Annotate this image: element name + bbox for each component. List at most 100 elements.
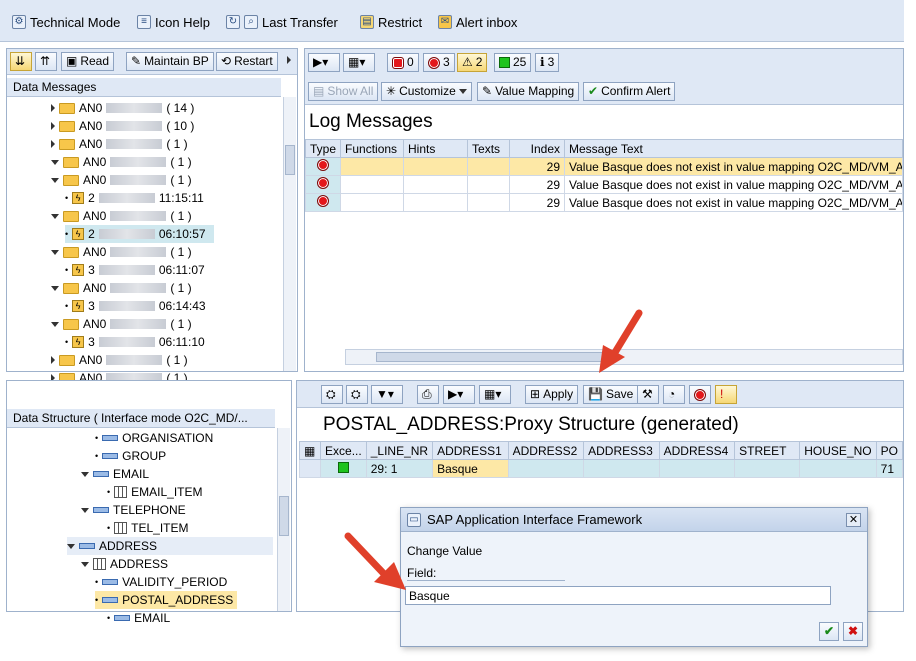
log-row[interactable]: 29 Value Basque does not exist in value … (304, 175, 903, 194)
tree-item[interactable]: AN0( 1 ) (51, 207, 192, 225)
hscroll-thumb[interactable] (376, 352, 616, 362)
find-next-button[interactable]: ⛭ (346, 385, 368, 404)
alert-inbox-button[interactable]: ✉ Alert inbox (438, 13, 517, 31)
warning-filter-button[interactable]: ⚠ 2 (457, 53, 488, 72)
structure-node[interactable]: • POSTAL_ADDRESS (95, 591, 238, 609)
log-row[interactable]: 29 Value Basque does not exist in value … (304, 193, 903, 212)
restart-button[interactable]: ⟲ Restart (216, 52, 278, 71)
collapse-arrow-icon[interactable] (67, 543, 75, 549)
structure-node[interactable]: • VALIDITY_PERIOD (95, 573, 227, 591)
field-value-input[interactable] (405, 586, 831, 605)
structure-node[interactable]: • GROUP (95, 447, 166, 465)
more-arrow-icon[interactable] (287, 56, 291, 64)
layout-button[interactable]: ▦▾ (343, 53, 375, 72)
tree-item[interactable]: AN0( 1 ) (51, 315, 192, 333)
collapse-arrow-icon[interactable] (51, 213, 59, 219)
find-button[interactable]: ⛭ (321, 385, 343, 404)
tree-item[interactable]: • ϟ 3 06:14:43 (65, 297, 206, 315)
tree-item[interactable]: • ϟ 3 06:11:07 (65, 261, 205, 279)
close-icon[interactable]: ✕ (846, 513, 861, 527)
success-filter-button[interactable]: 25 (494, 53, 532, 72)
icon-help-button[interactable]: ≡ Icon Help (137, 13, 210, 31)
address1-cell[interactable]: Basque (432, 459, 509, 478)
error-filter-button[interactable]: 3 (423, 53, 455, 72)
customize-button[interactable]: ✳ Customize (381, 82, 472, 101)
collapse-arrow-icon[interactable] (51, 285, 59, 291)
detail-button[interactable]: ▶▾ (308, 53, 340, 72)
collapse-arrow-icon[interactable] (81, 471, 89, 477)
expand-arrow-icon[interactable] (51, 356, 55, 364)
collapse-arrow-icon[interactable] (51, 249, 59, 255)
col-address1[interactable]: ADDRESS1 (432, 441, 509, 460)
col-po[interactable]: PO (875, 441, 904, 460)
tree-item[interactable]: AN0( 1 ) (51, 171, 192, 189)
structure-node[interactable]: ADDRESS (67, 537, 273, 555)
col-hints[interactable]: Hints (403, 139, 469, 158)
technical-mode-button[interactable]: ⚙ Technical Mode (12, 13, 120, 31)
tree-item[interactable]: • ϟ 2 11:15:11 (65, 189, 204, 207)
last-transfer-button[interactable]: ↻ ⌕ Last Transfer (226, 13, 338, 31)
save-button[interactable]: 💾 Save (583, 385, 639, 404)
structure-node[interactable]: TELEPHONE (81, 501, 186, 519)
col-address3[interactable]: ADDRESS3 (583, 441, 660, 460)
expand-all-button[interactable]: ⇊ (10, 52, 32, 71)
structure-node[interactable]: • EMAIL_ITEM (107, 483, 203, 501)
structure-node[interactable]: EMAIL (81, 465, 149, 483)
apply-button[interactable]: ⊞ Apply (525, 385, 579, 404)
export-button[interactable]: ▶▾ (443, 385, 475, 404)
tree-item[interactable]: AN0( 10 ) (51, 117, 194, 135)
collapse-arrow-icon[interactable] (81, 561, 89, 567)
structure-node[interactable]: • TEL_ITEM (107, 519, 189, 537)
tree-item[interactable]: AN0( 14 ) (51, 99, 194, 117)
col-address4[interactable]: ADDRESS4 (658, 441, 736, 460)
stop-button[interactable] (689, 385, 711, 404)
col-texts[interactable]: Texts (467, 139, 511, 158)
data-messages-scrollbar[interactable] (283, 97, 296, 371)
col-street[interactable]: STREET (734, 441, 801, 460)
chart-button[interactable]: ◔ (663, 385, 685, 404)
tools-button[interactable]: ⚒ (637, 385, 659, 404)
collapse-arrow-icon[interactable] (51, 321, 59, 327)
col-index[interactable]: Index (509, 139, 566, 158)
collapse-arrow-icon[interactable] (81, 507, 89, 513)
col-house-no[interactable]: HOUSE_NO (799, 441, 877, 460)
stop-filter-button[interactable]: 0 (387, 53, 419, 72)
scroll-thumb[interactable] (285, 145, 295, 175)
read-button[interactable]: ▣ Read (61, 52, 115, 71)
collapse-all-button[interactable]: ⇈ (35, 52, 57, 71)
value-mapping-button[interactable]: ✎ Value Mapping (477, 82, 580, 101)
table-row[interactable]: 29: 1 Basque 71 (298, 459, 904, 478)
tree-item[interactable]: AN0( 1 ) (51, 153, 192, 171)
structure-scrollbar[interactable] (277, 428, 290, 611)
tree-item[interactable]: • ϟ 3 06:11:10 (65, 333, 205, 351)
tree-item[interactable]: AN0( 1 ) (51, 351, 188, 369)
structure-node[interactable]: • ORGANISATION (95, 429, 213, 447)
collapse-arrow-icon[interactable] (51, 159, 59, 165)
log-row[interactable]: 29 Value Basque does not exist in value … (304, 157, 903, 176)
scroll-thumb[interactable] (279, 496, 289, 536)
print-button[interactable]: ⎙ (417, 385, 439, 404)
expand-arrow-icon[interactable] (51, 122, 55, 130)
cancel-button[interactable]: ✖ (843, 622, 863, 641)
tree-item[interactable]: AN0( 1 ) (51, 243, 192, 261)
col-address2[interactable]: ADDRESS2 (507, 441, 585, 460)
collapse-arrow-icon[interactable] (51, 177, 59, 183)
col-functions[interactable]: Functions (340, 139, 405, 158)
alert-button[interactable]: ! (715, 385, 737, 404)
info-filter-button[interactable]: ℹ3 (535, 53, 560, 72)
col-exception[interactable]: Exce... (320, 441, 367, 460)
filter-button[interactable]: ▼▾ (371, 385, 403, 404)
confirm-alert-button[interactable]: ✔ Confirm Alert (583, 82, 676, 101)
layout-button[interactable]: ▦▾ (479, 385, 511, 404)
col-line-nr[interactable]: _LINE_NR (365, 441, 434, 460)
structure-node[interactable]: ADDRESS (81, 555, 168, 573)
maintain-bp-button[interactable]: ✎ Maintain BP (126, 52, 214, 71)
col-select-icon[interactable]: ▦ (298, 441, 322, 460)
col-type[interactable]: Type (304, 139, 342, 158)
expand-arrow-icon[interactable] (51, 140, 55, 148)
tree-item[interactable]: AN0( 1 ) (51, 279, 192, 297)
confirm-button[interactable]: ✔ (819, 622, 839, 641)
tree-item[interactable]: • ϟ 2 06:10:57 (65, 225, 214, 243)
expand-arrow-icon[interactable] (51, 104, 55, 112)
structure-node[interactable]: • EMAIL (107, 609, 170, 627)
